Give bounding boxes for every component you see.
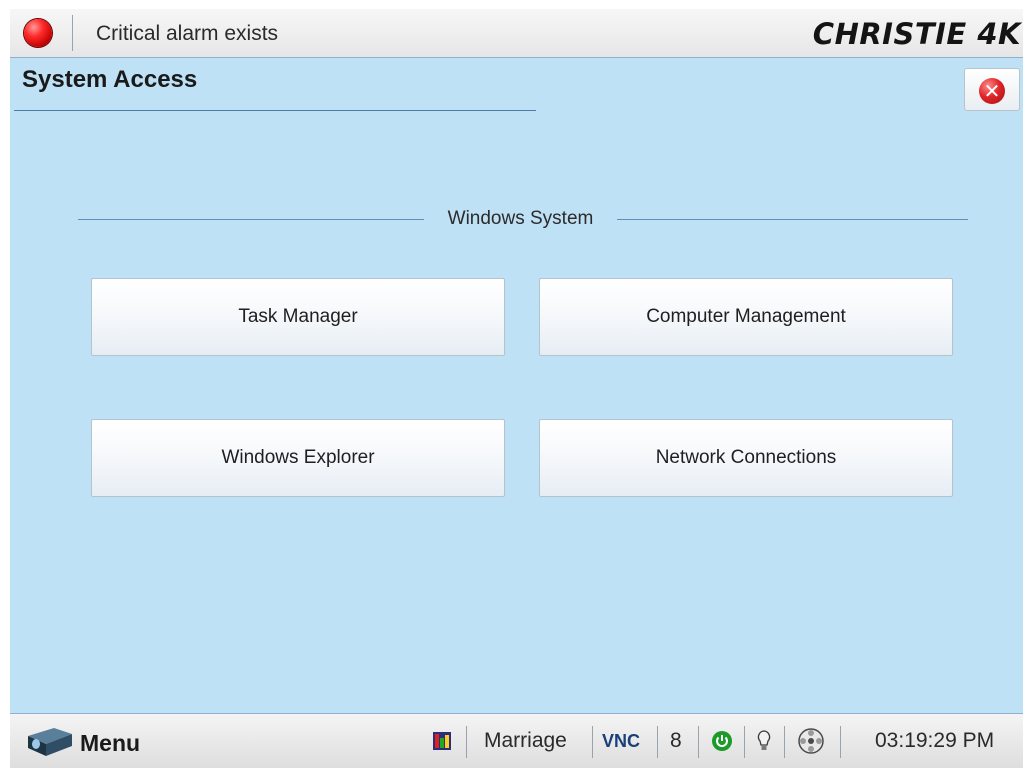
computer-management-button[interactable]: Computer Management [539,278,953,356]
close-icon: ✕ [979,78,1005,104]
page-title: System Access [22,66,198,93]
status-separator [466,726,467,758]
status-separator [840,726,841,758]
lamp-icon [757,730,771,750]
clock-time: 03:19:29 PM [875,729,995,752]
status-separator [657,726,658,758]
status-separator [698,726,699,758]
source-status[interactable]: Marriage [484,714,567,768]
app-background [10,9,1023,767]
channel-status[interactable]: 8 [670,714,682,768]
section-divider-left [78,219,424,220]
status-separator [592,726,593,758]
alarm-message[interactable]: Critical alarm exists [96,22,278,46]
menu-label[interactable]: Menu [80,730,140,757]
test-pattern-icon [433,732,451,750]
film-reel-icon [798,728,824,754]
media-status[interactable] [796,714,826,768]
close-button[interactable]: ✕ [964,68,1020,111]
brand-logo: CHRISTIE 4K [812,17,1021,51]
bottom-status-bar: Menu Marriage VNC 8 03:19:29 PM [10,713,1023,768]
status-separator [744,726,745,758]
network-connections-button[interactable]: Network Connections [539,419,953,497]
test-pattern-status[interactable] [433,714,451,768]
section-title: Windows System [447,208,594,229]
topbar-divider [72,15,73,51]
clock-status: 03:19:29 PM [875,714,994,768]
windows-explorer-button[interactable]: Windows Explorer [91,419,505,497]
section-divider-right [617,219,968,220]
power-icon [712,731,732,751]
lamp-status[interactable] [755,714,773,768]
vnc-status[interactable]: VNC [602,714,640,768]
status-separator [784,726,785,758]
channel-number: 8 [670,729,682,752]
power-status[interactable] [711,714,733,768]
alarm-indicator-icon[interactable] [24,19,52,47]
task-manager-button[interactable]: Task Manager [91,278,505,356]
top-status-bar: Critical alarm exists CHRISTIE 4K [10,9,1023,58]
source-name: Marriage [484,729,567,752]
projector-menu-icon[interactable] [24,724,76,758]
vnc-label: VNC [602,730,641,751]
title-underline [14,110,536,111]
